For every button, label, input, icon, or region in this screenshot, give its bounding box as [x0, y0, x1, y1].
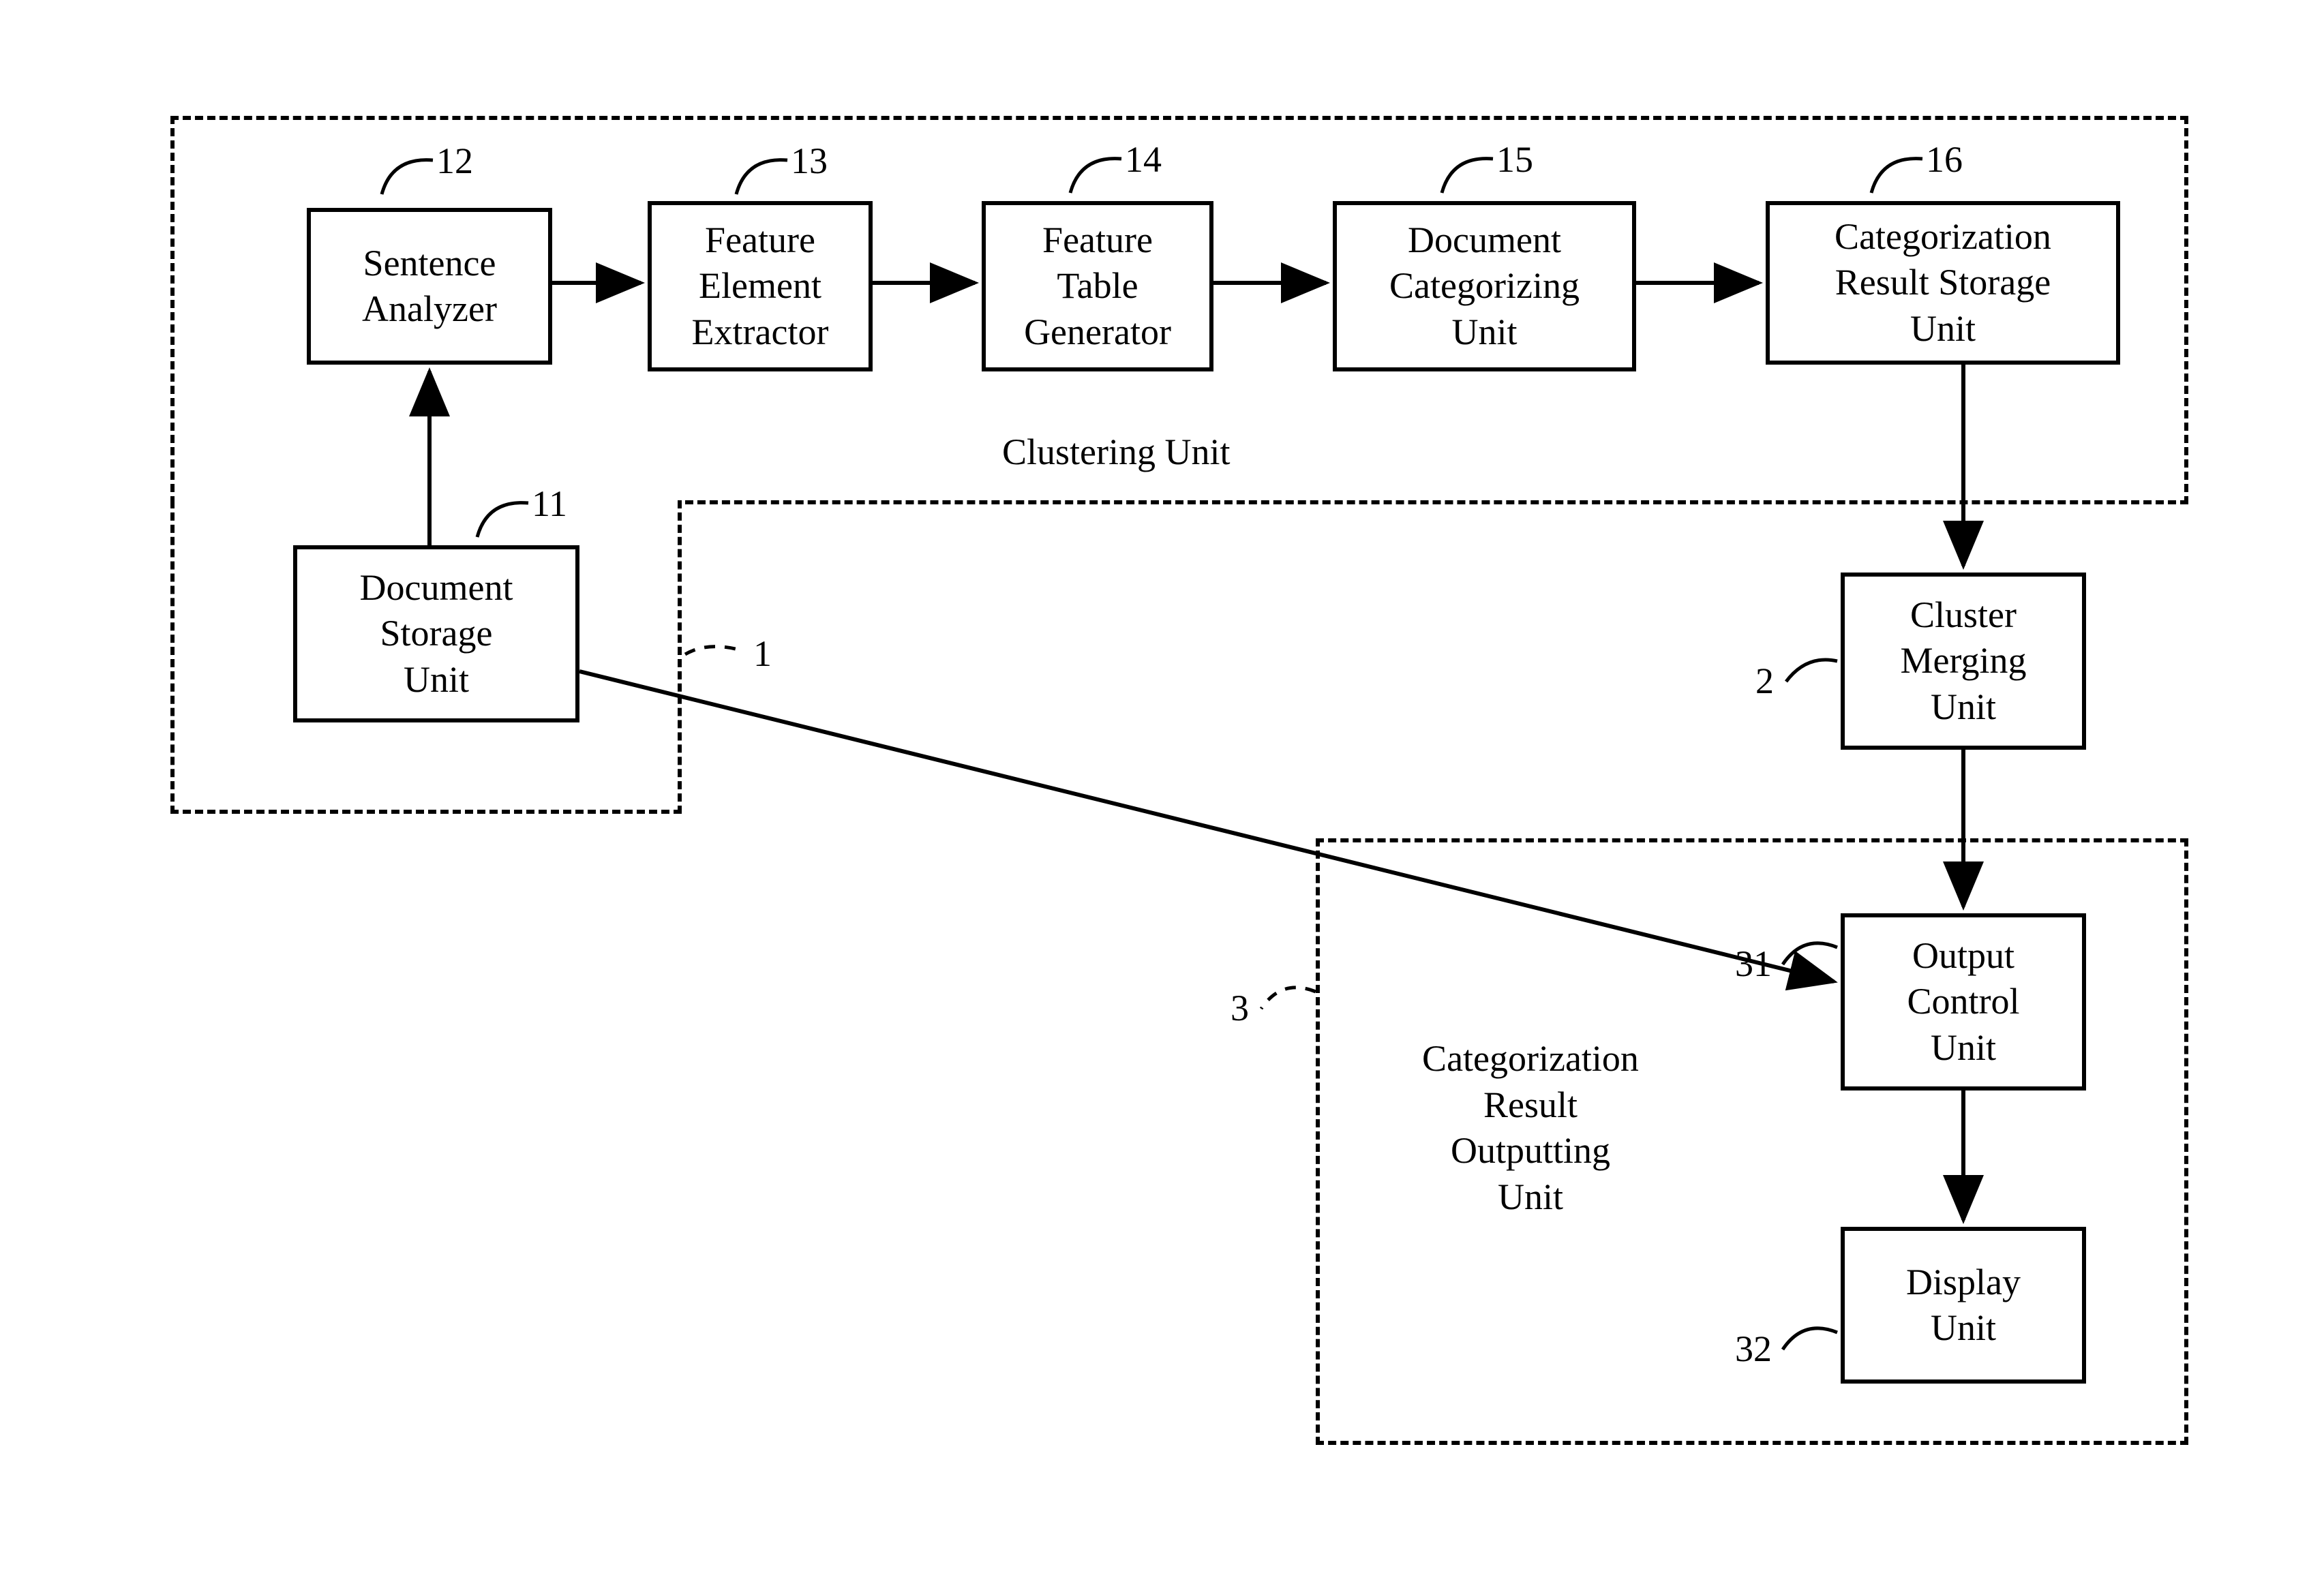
document-categorizing-unit-box: Document Categorizing Unit — [1333, 201, 1636, 371]
seam-cover — [175, 494, 678, 508]
ref-14: 14 — [1125, 138, 1162, 181]
sentence-analyzer-label: Sentence Analyzer — [362, 241, 497, 333]
ref-32: 32 — [1735, 1328, 1772, 1370]
output-unit-label: Categorization Result Outputting Unit — [1363, 1036, 1697, 1220]
ref-15: 15 — [1496, 138, 1533, 181]
ref-2: 2 — [1755, 660, 1774, 702]
document-categorizing-unit-label: Document Categorizing Unit — [1389, 217, 1580, 356]
ref-3: 3 — [1231, 987, 1249, 1029]
system-diagram: Sentence Analyzer Feature Element Extrac… — [0, 0, 2324, 1586]
output-control-unit-label: Output Control Unit — [1907, 933, 2019, 1071]
sentence-analyzer-box: Sentence Analyzer — [307, 208, 552, 365]
feature-table-generator-box: Feature Table Generator — [982, 201, 1213, 371]
categorization-result-storage-unit-box: Categorization Result Storage Unit — [1766, 201, 2120, 365]
feature-table-generator-label: Feature Table Generator — [1024, 217, 1171, 356]
ref-11: 11 — [532, 483, 567, 525]
ref-16: 16 — [1926, 138, 1963, 181]
categorization-result-storage-unit-label: Categorization Result Storage Unit — [1835, 214, 2051, 352]
ref-12: 12 — [436, 140, 473, 182]
ref-1: 1 — [753, 632, 772, 675]
ref-31: 31 — [1735, 943, 1772, 985]
ref-13: 13 — [791, 140, 828, 182]
cluster-merging-unit-box: Cluster Merging Unit — [1841, 573, 2086, 750]
feature-element-extractor-box: Feature Element Extractor — [648, 201, 873, 371]
display-unit-box: Display Unit — [1841, 1227, 2086, 1384]
cluster-merging-unit-label: Cluster Merging Unit — [1901, 592, 2027, 731]
feature-element-extractor-label: Feature Element Extractor — [692, 217, 829, 356]
output-control-unit-box: Output Control Unit — [1841, 913, 2086, 1091]
document-storage-unit-box: Document Storage Unit — [293, 545, 579, 722]
display-unit-label: Display Unit — [1906, 1260, 2021, 1352]
clustering-unit-label: Clustering Unit — [1002, 429, 1231, 476]
document-storage-unit-label: Document Storage Unit — [360, 565, 513, 703]
